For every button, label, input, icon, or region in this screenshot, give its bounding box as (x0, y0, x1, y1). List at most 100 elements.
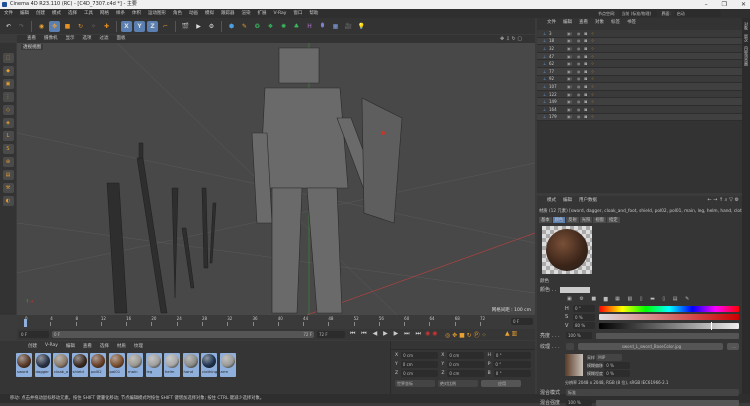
object-menu-item[interactable]: 书签 (627, 18, 636, 27)
object-menu-item[interactable]: 编辑 (563, 18, 572, 27)
texture-tag-icon[interactable]: ⊠ (584, 61, 591, 66)
texture-tag-icon[interactable]: ⊠ (584, 54, 591, 59)
attribute-nav-icons[interactable]: ← → ↑ ⌕ ▽ ⚙ (707, 196, 739, 205)
timeline-window-icons[interactable]: ▲ ▥ (505, 330, 517, 337)
visibility-toggle[interactable]: ▣⁝ (567, 107, 577, 112)
attribute-tab[interactable]: 视窗 (593, 217, 606, 223)
coordinate-field[interactable]: 0 cm (447, 352, 485, 359)
texture-tag-icon[interactable]: ⊠ (584, 92, 591, 97)
make-editable-icon[interactable]: ⬚ (2, 53, 14, 63)
object-row[interactable]: ⊥ 32 ▣⁝ ● ⊠ ⁘ (537, 45, 742, 53)
recent-tool-icon[interactable]: ✧ (88, 21, 99, 32)
viewport-menu-item[interactable]: 过滤 (100, 35, 109, 43)
sampling-dropdown[interactable]: MIP (596, 354, 623, 361)
material-tag-icon[interactable]: ● (577, 107, 584, 112)
playback-controls[interactable]: ⏮ ⏮ ◀ ▶ ▶ ⏭ ⏭ (350, 330, 423, 338)
x-axis-lock-button[interactable]: X (121, 20, 132, 32)
attribute-menu-item[interactable]: 编辑 (563, 196, 572, 205)
menu-item[interactable]: 窗口 (293, 9, 302, 18)
node-space-dropdown[interactable]: 当前 (标准/物理) (619, 10, 658, 17)
object-menu-item[interactable]: 文件 (547, 18, 556, 27)
texture-tag-icon[interactable]: ⊠ (584, 31, 591, 36)
side-tab[interactable]: 对象 (743, 22, 749, 30)
transform-tool-icon[interactable]: ✚ (101, 21, 112, 32)
material-menu-item[interactable]: 查看 (83, 343, 92, 350)
material-menu-item[interactable]: 创建 (28, 343, 37, 350)
menu-item[interactable]: 样条 (116, 9, 125, 18)
coordinate-mode-dropdown[interactable]: 世界坐标 (395, 380, 435, 387)
viewport-nav-icons[interactable]: ✥ ⇩ ↻ ▢ (500, 36, 522, 42)
hsv-v-slider[interactable] (599, 321, 739, 330)
texture-tag-icon[interactable]: ⊠ (584, 114, 591, 119)
object-row[interactable]: ⊥ 62 ▣⁝ ● ⊠ ⁘ (537, 60, 742, 68)
material-thumbnail[interactable]: pol01 (108, 353, 125, 377)
cube-icon[interactable]: ⬢ (226, 21, 237, 32)
color-picker-mode-icons[interactable]: ▣ ⚙ ■ ▆ ▦ ▧ ▯ ▬ ▯ ▤ ✎ (567, 296, 742, 302)
object-row[interactable]: ⊥ 47 ▣⁝ ● ⊠ ⁘ (537, 52, 742, 61)
material-menu-item[interactable]: 材质 (117, 343, 126, 350)
menu-item[interactable]: 模式 (52, 9, 61, 18)
hsv-s-slider[interactable] (599, 314, 739, 320)
solo-icon[interactable]: ◐ (2, 196, 14, 206)
coordinate-field[interactable]: 0 cm (400, 361, 439, 368)
scale-mode-dropdown[interactable]: 绝对比例 (438, 380, 478, 387)
visibility-toggle[interactable]: ▣⁝ (567, 84, 577, 89)
side-tab[interactable]: 内容浏览器 (743, 46, 749, 66)
material-thumbnail[interactable]: leg (145, 353, 162, 377)
polygons-mode-icon[interactable]: ◈ (2, 118, 14, 128)
brightness-field[interactable]: 100 % (566, 332, 592, 339)
material-menu-item[interactable]: 编辑 (66, 343, 75, 350)
menu-item[interactable]: 工具 (84, 9, 93, 18)
viewport-menu-item[interactable]: 查看 (27, 35, 36, 43)
edges-mode-icon[interactable]: ◇ (2, 105, 14, 115)
material-menu-item[interactable]: 纹理 (134, 343, 143, 350)
light-icon[interactable]: 💡 (356, 21, 367, 32)
material-tag-icon[interactable]: ● (577, 84, 584, 89)
texture-tag-icon[interactable]: ⊠ (584, 84, 591, 89)
texture-tag-icon[interactable]: ⊠ (584, 38, 591, 43)
menu-item[interactable]: 文件 (4, 9, 13, 18)
material-thumbnail[interactable]: clothing (201, 353, 217, 377)
material-tag-icon[interactable]: ● (577, 38, 584, 43)
attribute-tab[interactable]: 颜色 (552, 217, 566, 223)
object-row[interactable]: ⊥ 107 ▣⁝ ● ⊠ ⁘ (537, 83, 742, 91)
material-thumbnail[interactable]: arm (219, 353, 236, 377)
material-tag-icon[interactable]: ● (577, 46, 584, 51)
visibility-toggle[interactable]: ▣⁝ (567, 46, 577, 51)
texture-tag-icon[interactable]: ⊠ (584, 99, 591, 104)
material-menu-item[interactable]: V-Ray (45, 343, 58, 350)
menu-item[interactable]: 角色 (173, 9, 182, 18)
material-menu-item[interactable]: 选择 (100, 343, 109, 350)
workplane-icon[interactable]: ▤ (2, 170, 14, 180)
material-thumbnail[interactable]: shield (71, 353, 88, 377)
end-frame-field[interactable]: 72 F (317, 331, 345, 338)
camera-icon[interactable]: 🎥 (343, 21, 354, 32)
uv-tag-icon[interactable]: ⁘ (591, 114, 594, 119)
viewport-perspective[interactable]: 透视视图 网格间距 : 100 cm ↑→ (17, 43, 535, 315)
playhead[interactable] (24, 319, 27, 327)
bend-icon[interactable]: H (304, 21, 315, 32)
move-tool-icon[interactable]: ✥ (49, 20, 60, 32)
attribute-tab[interactable]: 光照 (579, 217, 593, 223)
deformer-icon[interactable]: ✺ (278, 21, 289, 32)
menu-item[interactable]: 扩展 (258, 9, 267, 18)
coordinate-field[interactable]: 0 ° (493, 361, 531, 368)
render-view-icon[interactable]: 🎬 (180, 21, 191, 32)
cloner-icon[interactable]: ❖ (265, 21, 276, 32)
object-menu-item[interactable]: 查看 (579, 18, 588, 27)
object-row[interactable]: ⊥ 18 ▣⁝ ● ⊠ ⁘ (537, 37, 742, 46)
undo-icon[interactable]: ↶ (3, 21, 14, 32)
scene-icon[interactable]: ⬮ (317, 21, 328, 32)
brightness-slider[interactable] (596, 332, 739, 339)
material-thumbnail[interactable]: pol02 (90, 353, 106, 377)
uv-tag-icon[interactable]: ⁘ (591, 107, 594, 112)
v-slider-handle[interactable] (711, 321, 712, 330)
maximize-button[interactable]: ❐ (722, 0, 727, 9)
menu-item[interactable]: 跟踪器 (221, 9, 235, 18)
subdivision-icon[interactable]: ❂ (252, 21, 263, 32)
texture-path-field[interactable]: sword_L_sword_BaseColor.jpg (578, 343, 723, 350)
texture-browse-button[interactable]: ... (727, 343, 739, 350)
coordinate-system-icon[interactable]: ⌐ (160, 21, 171, 32)
field-icon[interactable]: ♣ (291, 21, 302, 32)
attribute-tab[interactable]: 反射 (566, 217, 579, 223)
